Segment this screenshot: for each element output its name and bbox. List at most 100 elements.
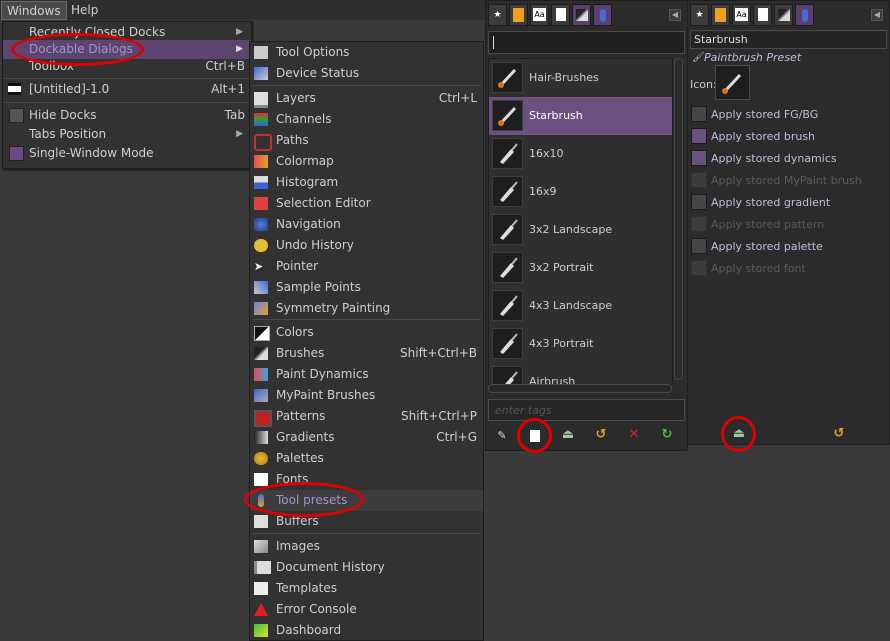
submenu-item-templates[interactable]: Templates [250,578,483,599]
windows-menu[interactable]: Windows [1,1,67,20]
tab-tool-presets[interactable] [593,4,612,26]
preset-list-vscrollbar[interactable] [674,58,683,380]
panel-menu-icon[interactable]: ◀ [669,9,681,21]
icon-label: Icon: [690,78,717,91]
save-preset-icon[interactable]: ⏏ [731,426,747,442]
apply-option-row[interactable]: Apply stored palette [690,235,886,257]
submenu-item-device-status[interactable]: Device Status [250,63,483,84]
preset-list-item-label: Hair-Brushes [529,71,599,84]
preset-list-item[interactable]: 4x3 Portrait [489,325,672,363]
apply-option-row[interactable]: Apply stored gradient [690,191,886,213]
preset-list-hscrollbar[interactable] [488,384,672,393]
submenu-item-navigation[interactable]: Navigation [250,214,483,235]
apply-option-checkbox[interactable] [691,238,707,254]
apply-option-checkbox[interactable] [691,106,707,122]
untitled-image-item[interactable]: [Untitled]-1.0 Alt+1 [3,80,251,99]
submenu-item-pointer[interactable]: ➤ Pointer [250,256,483,277]
tool-options-icon [254,46,268,59]
submenu-item-paint-dynamics[interactable]: Paint Dynamics [250,364,483,385]
apply-option-row[interactable]: Apply stored dynamics [690,147,886,169]
help-menu[interactable]: Help [66,1,103,19]
submenu-item-error-console[interactable]: Error Console [250,599,483,620]
apply-option-row: Apply stored MyPaint brush [690,169,886,191]
submenu-item-layers[interactable]: Layers Ctrl+L [250,88,483,109]
preset-icon-button[interactable] [715,65,750,100]
submenu-item-dashboard[interactable]: Dashboard [250,620,483,641]
submenu-item-label: Channels [276,112,332,126]
apply-option-row[interactable]: Apply stored brush [690,125,886,147]
submenu-item-tool-options[interactable]: Tool Options [250,42,483,63]
preset-list-item[interactable]: Airbrush [489,363,672,384]
apply-option-checkbox[interactable] [691,128,707,144]
document-icon [757,8,768,21]
refresh-icon[interactable]: ↺ [593,427,609,443]
tab-toolbox[interactable]: ★ [690,4,709,26]
restore-preset-icon[interactable]: ↺ [831,426,847,442]
preset-name-field[interactable]: Starbrush [690,30,887,49]
submenu-item-undo-history[interactable]: Undo History [250,235,483,256]
tab-document[interactable] [551,4,570,26]
submenu-item-document-history[interactable]: Document History [250,557,483,578]
panel-menu-icon[interactable]: ◀ [871,9,883,21]
preset-list-item[interactable]: 3x2 Landscape [489,211,672,249]
preset-list-item-label: 4x3 Landscape [529,299,613,312]
preset-list-item[interactable]: 3x2 Portrait [489,249,672,287]
submenu-item-brushes[interactable]: Brushes Shift+Ctrl+B [250,343,483,364]
submenu-item-palettes[interactable]: Palettes [250,448,483,469]
submenu-item-tool-presets[interactable]: Tool presets [250,490,483,511]
submenu-item-sample-points[interactable]: Sample Points [250,277,483,298]
hide-docks-checkbox[interactable] [9,108,24,123]
tab-toolbox[interactable]: ★ [488,4,507,26]
submenu-item-selection-editor[interactable]: Selection Editor [250,193,483,214]
tab-brush[interactable] [572,4,591,26]
submenu-item-colormap[interactable]: Colormap [250,151,483,172]
submenu-item-label: Brushes [276,346,325,360]
pointer-icon: ➤ [254,260,264,273]
edit-preset-icon[interactable]: ✎ [494,428,510,444]
tab-patterns[interactable] [711,4,730,26]
preset-list-item[interactable]: Starbrush [489,97,672,135]
apply-option-label: Apply stored palette [711,240,823,253]
layers-icon [254,92,268,108]
new-preset-button[interactable] [527,428,543,444]
preset-list-item-label: 16x10 [529,147,564,160]
submenu-item-colors[interactable]: Colors [250,322,483,343]
submenu-item-channels[interactable]: Channels [250,109,483,130]
apply-option-checkbox[interactable] [691,194,707,210]
tab-document[interactable] [753,4,772,26]
delete-icon[interactable]: ✕ [626,427,642,443]
preset-list-item[interactable]: 16x9 [489,173,672,211]
tab-patterns[interactable] [509,4,528,26]
toolbox-item[interactable]: Toolbox Ctrl+B [3,57,251,76]
tab-fonts[interactable]: Aa [530,4,549,26]
tabs-position-item[interactable]: Tabs Position ▶ [3,125,251,144]
duplicate-preset-icon[interactable]: ⏏ [560,427,576,443]
submenu-item-paths[interactable]: Paths [250,130,483,151]
hide-docks-item[interactable]: Hide Docks Tab [3,106,251,125]
submenu-item-histogram[interactable]: Histogram [250,172,483,193]
preset-list-item[interactable]: Hair-Brushes [489,59,672,97]
submenu-item-images[interactable]: Images [250,536,483,557]
tab-brush[interactable] [774,4,793,26]
tag-input[interactable]: enter tags [488,399,685,421]
preset-list-item[interactable]: 16x10 [489,135,672,173]
submenu-item-buffers[interactable]: Buffers [250,511,483,532]
preset-list-item-label: 4x3 Portrait [529,337,594,350]
toolbox-shortcut: Ctrl+B [205,59,245,73]
submenu-separator [252,533,481,534]
submenu-item-mypaint-brushes[interactable]: MyPaint Brushes [250,385,483,406]
apply-option-row[interactable]: Apply stored FG/BG [690,103,886,125]
submenu-item-patterns[interactable]: Patterns Shift+Ctrl+P [250,406,483,427]
single-window-mode-item[interactable]: Single-Window Mode [3,144,251,163]
submenu-item-gradients[interactable]: Gradients Ctrl+G [250,427,483,448]
preset-list-item[interactable]: 4x3 Landscape [489,287,672,325]
preset-filter-input[interactable] [488,31,685,54]
single-window-checkbox[interactable] [9,146,24,161]
apply-option-checkbox[interactable] [691,150,707,166]
tab-fonts[interactable]: Aa [732,4,751,26]
submenu-item-fonts[interactable]: Fonts [250,469,483,490]
tab-tool-preset-editor[interactable] [795,4,814,26]
submenu-item-symmetry-painting[interactable]: Symmetry Painting [250,298,483,319]
untitled-shortcut: Alt+1 [211,82,245,96]
reload-icon[interactable]: ↻ [659,427,675,443]
